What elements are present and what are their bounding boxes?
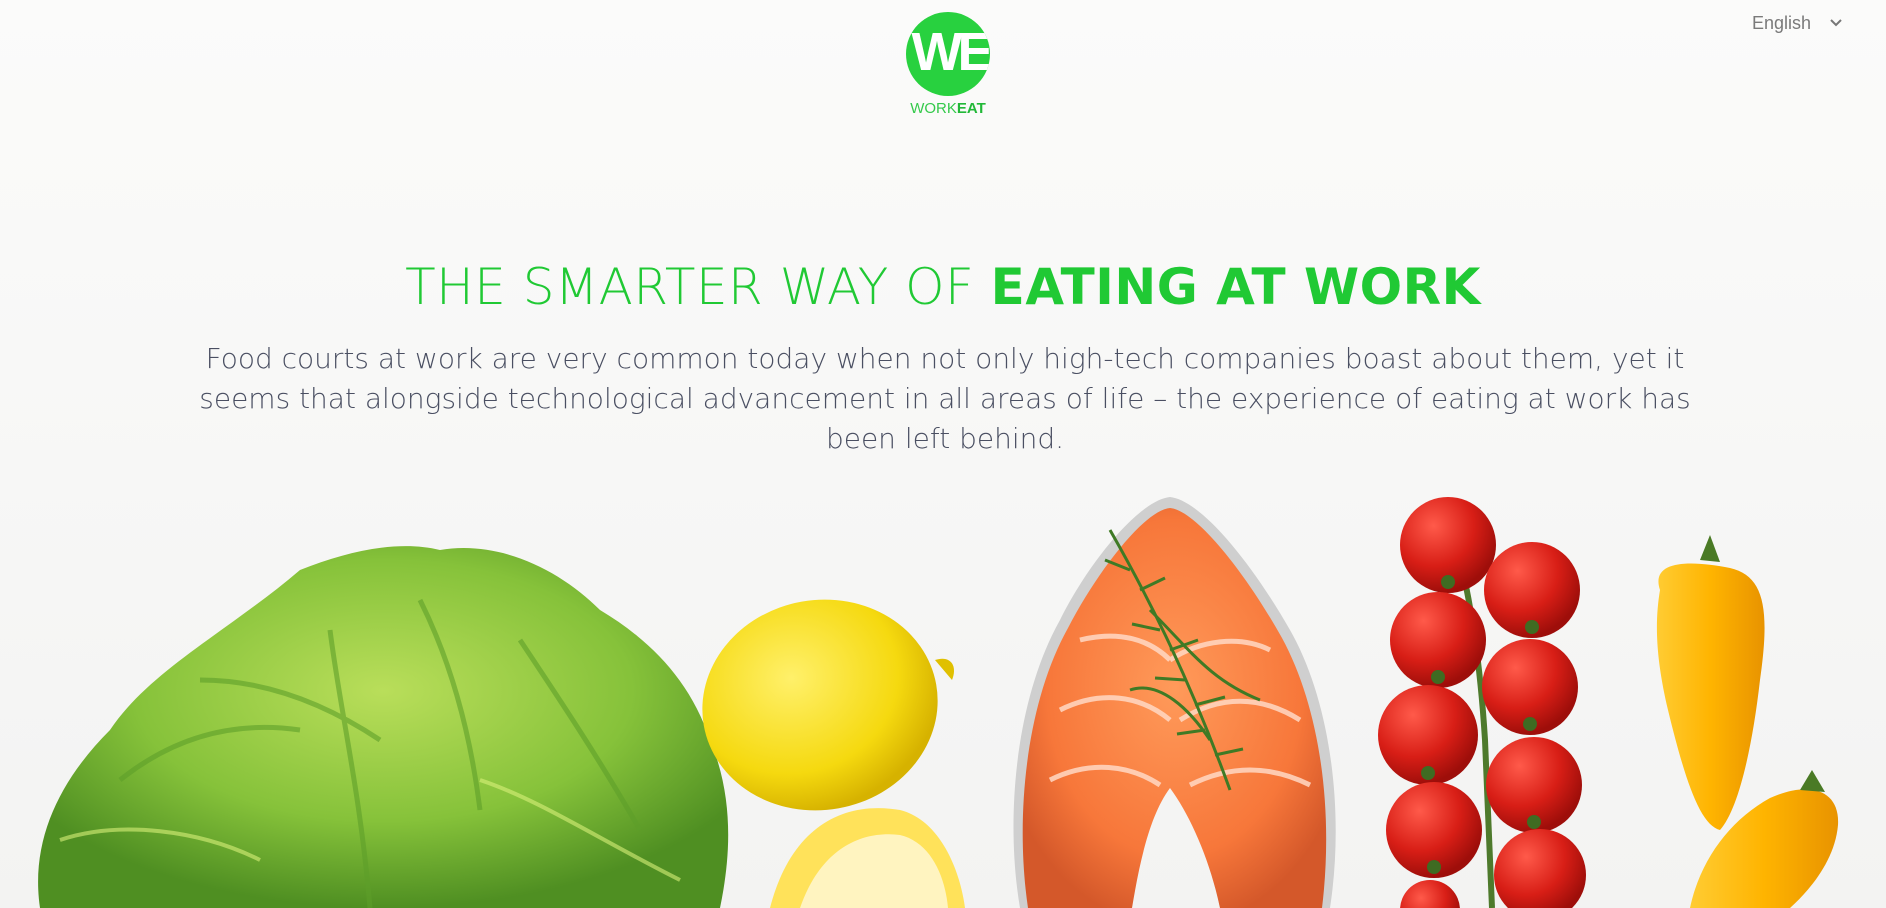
hero-title-light: THE SMARTER WAY OF <box>405 258 991 316</box>
logo-monogram: WE <box>911 22 991 82</box>
logo-mark: WE <box>906 12 990 96</box>
peppers-image <box>1656 535 1839 908</box>
food-illustration <box>38 497 1839 908</box>
hero-description: Food courts at work are very common toda… <box>199 342 1691 455</box>
tomatoes-image <box>1378 497 1586 908</box>
language-select-value: English <box>1752 12 1812 33</box>
landing-page: English WE WORKEAT THE SMARTER WAY OF EA… <box>0 0 1886 908</box>
hero-title: THE SMARTER WAY OF EATING AT WORK <box>0 255 1886 319</box>
logo-wordmark: WORKEAT <box>904 100 992 117</box>
lemon-image <box>702 599 965 908</box>
logo-word-light: WORK <box>910 100 957 117</box>
logo-word-bold: EAT <box>956 100 986 117</box>
lettuce-image <box>38 546 729 908</box>
hero-title-bold: EATING AT WORK <box>990 258 1481 316</box>
salmon-image <box>1013 497 1336 908</box>
brand-logo[interactable]: WE WORKEAT <box>904 12 992 117</box>
language-select[interactable]: English <box>1752 10 1877 36</box>
chevron-down-icon <box>1830 19 1842 27</box>
